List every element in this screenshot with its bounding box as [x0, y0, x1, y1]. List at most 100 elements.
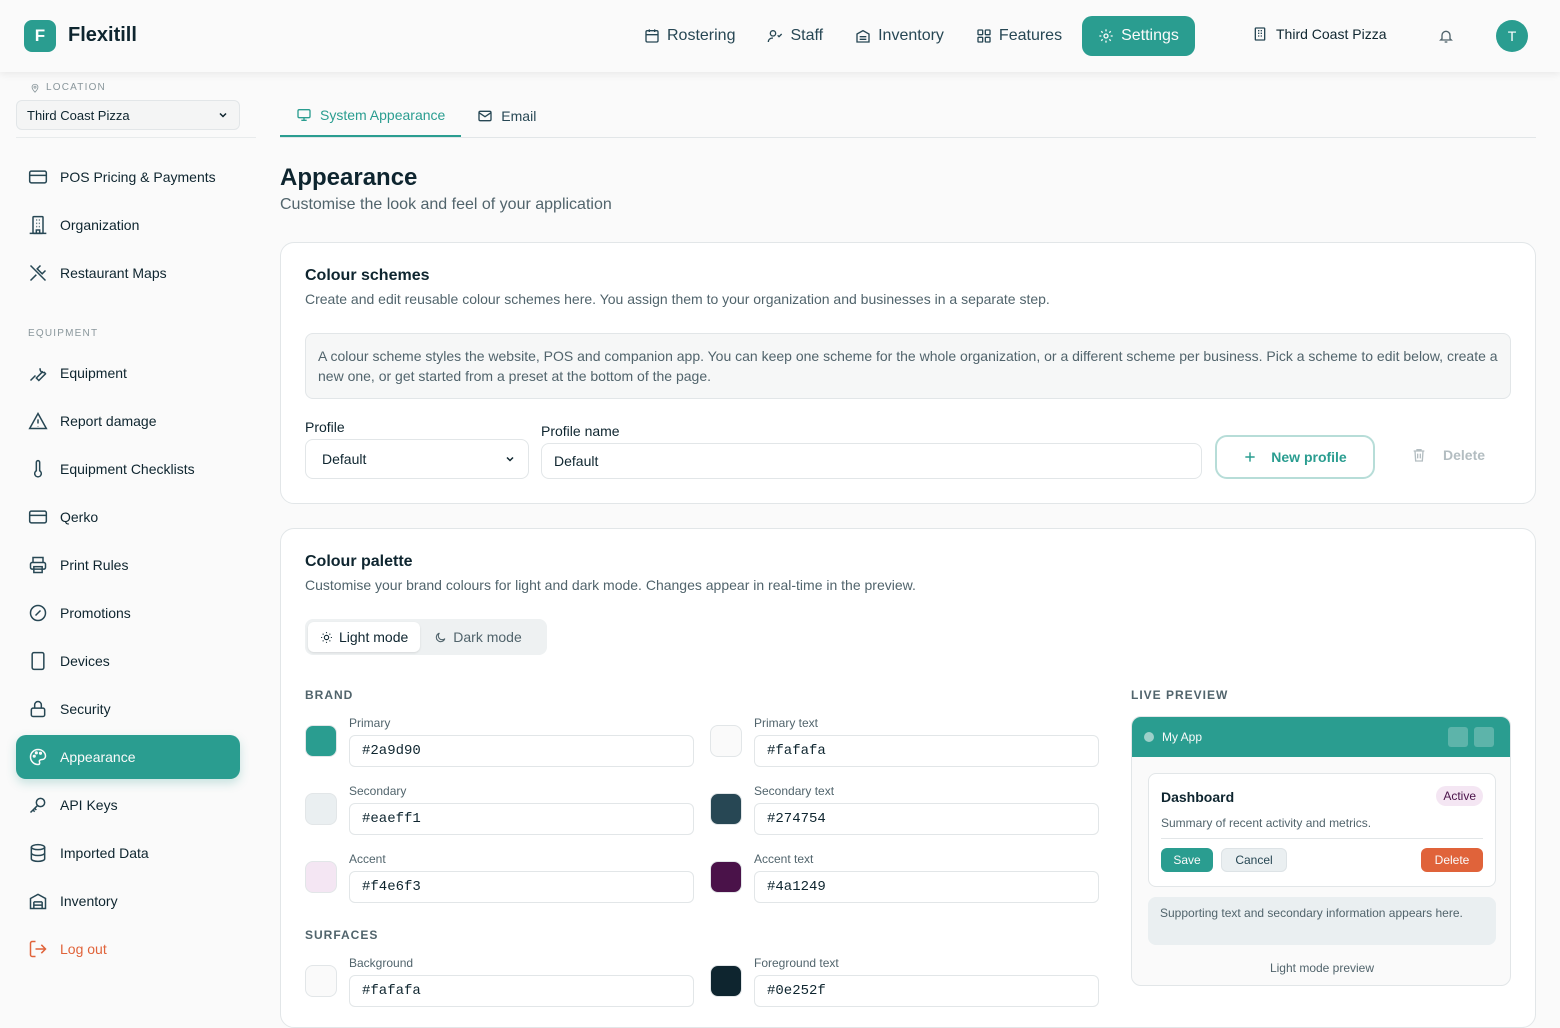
- nav-features[interactable]: Features: [964, 16, 1074, 56]
- background-value: #fafafa: [362, 983, 421, 999]
- tab-system-appearance[interactable]: System Appearance: [280, 94, 462, 137]
- accent-label: Accent: [349, 852, 386, 866]
- location-select[interactable]: Third Coast Pizza: [16, 100, 240, 130]
- trash-icon: [1413, 449, 1425, 462]
- accent-text-label: Accent text: [754, 852, 814, 866]
- sun-icon: [321, 631, 332, 643]
- building-icon: [1254, 27, 1266, 41]
- secondary-text-input[interactable]: #274754: [754, 803, 1099, 835]
- sidebar-item-equipment[interactable]: Equipment: [16, 351, 240, 395]
- secondary-text-label: Secondary text: [754, 784, 835, 798]
- tablet-icon: [31, 651, 45, 671]
- profile-name-input[interactable]: Default: [541, 443, 1202, 479]
- sidebar-item-print-rules[interactable]: Print Rules: [16, 543, 240, 587]
- logout-label: Log out: [60, 941, 107, 957]
- preview-delete-button: Delete: [1421, 848, 1483, 872]
- secondary-swatch[interactable]: [305, 793, 337, 825]
- sidebar-item-imported-data[interactable]: Imported Data: [16, 831, 240, 875]
- sidebar-item-equipment-checklists[interactable]: Equipment Checklists: [16, 447, 240, 491]
- location-switcher[interactable]: Third Coast Pizza: [1252, 26, 1386, 42]
- thermometer-icon: [33, 459, 43, 478]
- warning-icon: [28, 411, 48, 430]
- location-label: LOCATION: [30, 82, 106, 93]
- background-input[interactable]: #fafafa: [349, 975, 694, 1007]
- preview-header-square: [1474, 727, 1494, 747]
- live-preview-label: LIVE PREVIEW: [1131, 688, 1229, 702]
- sidebar-item-devices[interactable]: Devices: [16, 639, 240, 683]
- sidebar-item-label: Appearance: [60, 749, 136, 765]
- users-icon: [768, 30, 783, 43]
- accent-text-swatch[interactable]: [710, 861, 742, 893]
- grid-icon: [977, 29, 991, 43]
- nav-inventory[interactable]: Inventory: [843, 16, 956, 56]
- utensils-icon: [29, 264, 47, 282]
- sidebar-item-qerko[interactable]: Qerko: [16, 495, 240, 539]
- calendar-icon: [645, 29, 659, 43]
- nav-staff[interactable]: Staff: [755, 16, 835, 56]
- preview-divider: [1161, 838, 1483, 839]
- profile-label: Profile: [305, 419, 345, 435]
- sidebar-item-label: Equipment Checklists: [60, 461, 195, 477]
- preview-card: Dashboard Active Summary of recent activ…: [1148, 773, 1496, 887]
- avatar[interactable]: T: [1496, 20, 1528, 52]
- nav-rostering-label: Rostering: [667, 27, 736, 44]
- foreground-swatch[interactable]: [710, 965, 742, 997]
- app-logo[interactable]: F: [24, 20, 56, 52]
- preview-header: My App: [1132, 717, 1510, 757]
- tab-label: System Appearance: [320, 106, 446, 123]
- foreground-input[interactable]: #0e252f: [754, 975, 1099, 1007]
- chevron-down-icon: [506, 456, 514, 462]
- preview-status-badge: Active: [1436, 786, 1483, 806]
- primary-swatch[interactable]: [305, 725, 337, 757]
- colour-palette-title: Colour palette: [305, 553, 413, 570]
- accent-value: #f4e6f3: [362, 879, 421, 895]
- sidebar-item-restaurant-maps[interactable]: Restaurant Maps: [16, 251, 240, 295]
- mode-toggle: Light mode Dark mode: [305, 619, 547, 655]
- sidebar-item-label: Restaurant Maps: [60, 265, 167, 281]
- primary-text-label: Primary text: [754, 716, 819, 730]
- sidebar-item-pos-pricing[interactable]: POS Pricing & Payments: [16, 155, 240, 199]
- moon-icon: [436, 632, 446, 642]
- background-swatch[interactable]: [305, 965, 337, 997]
- sidebar-item-report-damage[interactable]: Report damage: [16, 399, 240, 443]
- profile-name-value: Default: [554, 453, 599, 469]
- light-mode-toggle[interactable]: Light mode: [308, 622, 421, 652]
- dark-mode-toggle[interactable]: Dark mode: [422, 622, 533, 652]
- sidebar-item-label: Inventory: [60, 893, 118, 909]
- settings-tabs: System Appearance Email: [280, 94, 1536, 138]
- light-mode-label: Light mode: [339, 629, 409, 645]
- dark-mode-label: Dark mode: [453, 629, 522, 645]
- percent-badge-icon: [29, 604, 47, 622]
- accent-input[interactable]: #f4e6f3: [349, 871, 694, 903]
- sidebar-item-organization[interactable]: Organization: [16, 203, 240, 247]
- background-label: Background: [349, 956, 414, 970]
- profile-name-label: Profile name: [541, 423, 620, 439]
- sidebar-item-inventory[interactable]: Inventory: [16, 879, 240, 923]
- nav-settings[interactable]: Settings: [1082, 16, 1195, 56]
- logout-button[interactable]: Log out: [16, 927, 240, 971]
- sidebar-item-api-keys[interactable]: API Keys: [16, 783, 240, 827]
- sidebar-item-security[interactable]: Security: [16, 687, 240, 731]
- secondary-text-swatch[interactable]: [710, 793, 742, 825]
- accent-text-input[interactable]: #4a1249: [754, 871, 1099, 903]
- delete-profile-button[interactable]: Delete: [1411, 447, 1485, 463]
- accent-swatch[interactable]: [305, 861, 337, 893]
- nav-settings-label: Settings: [1121, 27, 1179, 44]
- new-profile-button[interactable]: New profile: [1215, 435, 1375, 479]
- primary-text-swatch[interactable]: [710, 725, 742, 757]
- preview-app-name: My App: [1162, 730, 1203, 744]
- tab-email[interactable]: Email: [461, 94, 552, 137]
- sidebar-item-promotions[interactable]: Promotions: [16, 591, 240, 635]
- bell-icon[interactable]: [1438, 28, 1454, 44]
- warehouse-icon: [29, 893, 47, 910]
- monitor-icon: [297, 108, 311, 121]
- primary-text-input[interactable]: #fafafa: [754, 735, 1099, 767]
- location-switcher-label: Third Coast Pizza: [1276, 26, 1387, 42]
- nav-rostering[interactable]: Rostering: [632, 16, 747, 56]
- sidebar-item-appearance[interactable]: Appearance: [16, 735, 240, 779]
- primary-input[interactable]: #2a9d90: [349, 735, 694, 767]
- app-name[interactable]: Flexitill: [68, 24, 137, 47]
- secondary-input[interactable]: #eaeff1: [349, 803, 694, 835]
- lock-icon: [30, 700, 46, 718]
- profile-select[interactable]: Default: [305, 439, 529, 479]
